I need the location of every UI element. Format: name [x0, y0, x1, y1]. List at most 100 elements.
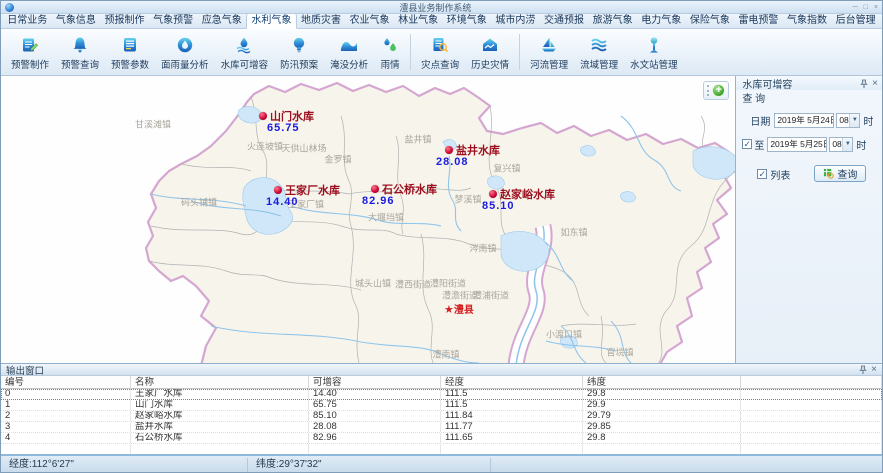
- table-cell: 0: [1, 389, 131, 399]
- warning-edit-icon: [20, 34, 40, 56]
- drag-handle-icon[interactable]: [707, 85, 709, 96]
- menu-tab-4[interactable]: 气象预警: [149, 14, 198, 28]
- reservoir-marker[interactable]: [371, 185, 379, 193]
- table-row[interactable]: 3盐井水库28.08111.7729.85: [1, 422, 882, 433]
- menu-tab-8[interactable]: 农业气象: [345, 14, 394, 28]
- table-cell: 111.5: [441, 389, 583, 399]
- list-checkbox[interactable]: ✓: [757, 169, 767, 179]
- pin-icon[interactable]: [860, 79, 868, 89]
- rain-analysis-icon: [175, 34, 195, 56]
- toolbar-button-disaster-search[interactable]: 灾点查询: [415, 30, 465, 74]
- menu-tab-15[interactable]: 保险气象: [686, 14, 735, 28]
- close-icon[interactable]: ×: [874, 4, 878, 11]
- table-row[interactable]: 4石公桥水库82.96111.6529.8: [1, 433, 882, 444]
- menu-tab-14[interactable]: 电力气象: [637, 14, 686, 28]
- table-column-header[interactable]: 纬度: [583, 376, 741, 389]
- toolbar-button-label: 淹没分析: [330, 57, 368, 71]
- toolbar-button-label: 灾点查询: [421, 57, 459, 71]
- toolbar-button-basin-waves[interactable]: 流域管理: [574, 30, 624, 74]
- menu-tab-3[interactable]: 预报制作: [100, 14, 149, 28]
- to-checkbox[interactable]: ✓: [742, 139, 752, 149]
- table-cell: 85.10: [309, 411, 441, 421]
- table-header: 编号名称可增容经度纬度: [1, 376, 882, 389]
- warning-params-icon: [120, 34, 140, 56]
- menu-tab-7[interactable]: 地质灾害: [297, 14, 346, 28]
- reservoir-marker[interactable]: [489, 190, 497, 198]
- reservoir-marker[interactable]: [274, 186, 282, 194]
- panel-close-icon[interactable]: ×: [871, 365, 877, 375]
- add-zoom-button[interactable]: +: [712, 84, 725, 97]
- toolbar-button-submerge-wave[interactable]: 淹没分析: [324, 30, 374, 74]
- county-seat-name: 澧县: [454, 305, 474, 316]
- reservoir-capacity-value: 28.08: [436, 156, 469, 168]
- output-panel-title: 输出窗口: [6, 363, 859, 377]
- table-column-header[interactable]: 编号: [1, 376, 131, 389]
- toolbar-button-warning-params[interactable]: 预警参数: [105, 30, 155, 74]
- menu-tab-16[interactable]: 雷电预警: [734, 14, 783, 28]
- side-panel-subtitle: 查 询: [736, 90, 882, 103]
- toolbar-button-label: 预警查询: [61, 57, 99, 71]
- hour-to-select[interactable]: 08 ▼: [829, 137, 853, 152]
- pin-icon[interactable]: [859, 365, 867, 375]
- warning-bell-icon: [70, 34, 90, 56]
- hour-from-select[interactable]: 08 ▼: [836, 113, 860, 128]
- map-floating-toolbar: +: [703, 81, 729, 100]
- table-column-header[interactable]: 经度: [441, 376, 583, 389]
- hour-to-value: 08: [832, 139, 841, 149]
- reservoir-capacity-value: 85.10: [482, 200, 515, 212]
- menu-tab-17[interactable]: 气象指数: [783, 14, 832, 28]
- toolbar-button-reservoir-capacity[interactable]: 水库可增容: [215, 30, 275, 74]
- toolbar-button-warning-bell[interactable]: 预警查询: [55, 30, 105, 74]
- table-cell: 4: [1, 433, 131, 443]
- table-row[interactable]: 0王家厂水库14.40111.529.8: [1, 389, 882, 400]
- table-column-header[interactable]: 名称: [131, 376, 309, 389]
- menu-tab-5[interactable]: 应急气象: [197, 14, 246, 28]
- menu-tab-11[interactable]: 城市内涝: [491, 14, 540, 28]
- app-window: 澧县业务制作系统 ─ □ × 日常业务气象信息预报制作气象预警应急气象水利气象地…: [0, 0, 883, 473]
- menu-tab-2[interactable]: 气象信息: [52, 14, 101, 28]
- menu-tab-18[interactable]: 后台管理: [831, 14, 880, 28]
- toolbar-button-rain-drops[interactable]: 雨情: [374, 30, 406, 74]
- toolbar-button-hydro-station[interactable]: 水文站管理: [624, 30, 684, 74]
- map-area[interactable]: + 甘溪滩镇火连坡镇天供山林场金罗镇盐井镇复兴镇码头铺镇王家厂镇梦溪镇大堰垱镇涔…: [1, 76, 736, 363]
- table-cell: 111.84: [441, 411, 583, 421]
- table-cell: 111.65: [441, 433, 583, 443]
- toolbar-button-river-boat[interactable]: 河流管理: [524, 30, 574, 74]
- reservoir-marker[interactable]: [445, 146, 453, 154]
- table-cell: 29.8: [583, 433, 741, 443]
- date-label: 日期: [750, 113, 770, 128]
- reservoir-capacity-value: 65.75: [267, 122, 300, 134]
- table-row[interactable]: 2赵家峪水库85.10111.8429.79: [1, 411, 882, 422]
- query-button[interactable]: 查询: [814, 165, 866, 182]
- panel-close-icon[interactable]: ×: [872, 79, 878, 89]
- output-panel: 输出窗口 × 编号名称可增容经度纬度 0王家厂水库14.40111.529.81…: [1, 363, 882, 454]
- date-from-select[interactable]: 2019年 5月24日 ▼: [774, 113, 834, 128]
- toolbar-button-label: 流域管理: [580, 57, 618, 71]
- table-column-header[interactable]: 可增容: [309, 376, 441, 389]
- menu-tab-10[interactable]: 环境气象: [442, 14, 491, 28]
- menu-tab-6[interactable]: 水利气象: [246, 13, 297, 29]
- title-bar: 澧县业务制作系统 ─ □ ×: [1, 1, 882, 14]
- date-to-select[interactable]: 2019年 5月25日 ▼: [767, 137, 827, 152]
- toolbar-button-flood-plan-bulb[interactable]: 防汛预案: [274, 30, 324, 74]
- table-cell: 29.8: [583, 389, 741, 399]
- output-panel-header: 输出窗口 ×: [1, 363, 882, 376]
- menu-tab-1[interactable]: 日常业务: [3, 14, 52, 28]
- table-row[interactable]: 1山门水库65.75111.529.9: [1, 400, 882, 411]
- river-boat-icon: [539, 34, 559, 56]
- minimize-icon[interactable]: ─: [853, 4, 858, 11]
- menu-tab-9[interactable]: 林业气象: [394, 14, 443, 28]
- chevron-down-icon: ▼: [849, 114, 859, 127]
- menu-tab-12[interactable]: 交通预报: [540, 14, 589, 28]
- toolbar-button-history-disaster[interactable]: 历史灾情: [465, 30, 515, 74]
- toolbar-button-rain-analysis[interactable]: 面雨量分析: [155, 30, 215, 74]
- table-cell: 82.96: [309, 433, 441, 443]
- disaster-search-icon: [430, 34, 450, 56]
- chevron-down-icon: ▼: [842, 138, 852, 151]
- table-cell: 赵家峪水库: [131, 411, 309, 421]
- status-latitude: 纬度:29°37'32": [248, 458, 491, 472]
- maximize-icon[interactable]: □: [864, 4, 868, 11]
- reservoir-marker[interactable]: [259, 112, 267, 120]
- menu-tab-13[interactable]: 旅游气象: [588, 14, 637, 28]
- toolbar-button-warning-edit[interactable]: 预警制作: [5, 30, 55, 74]
